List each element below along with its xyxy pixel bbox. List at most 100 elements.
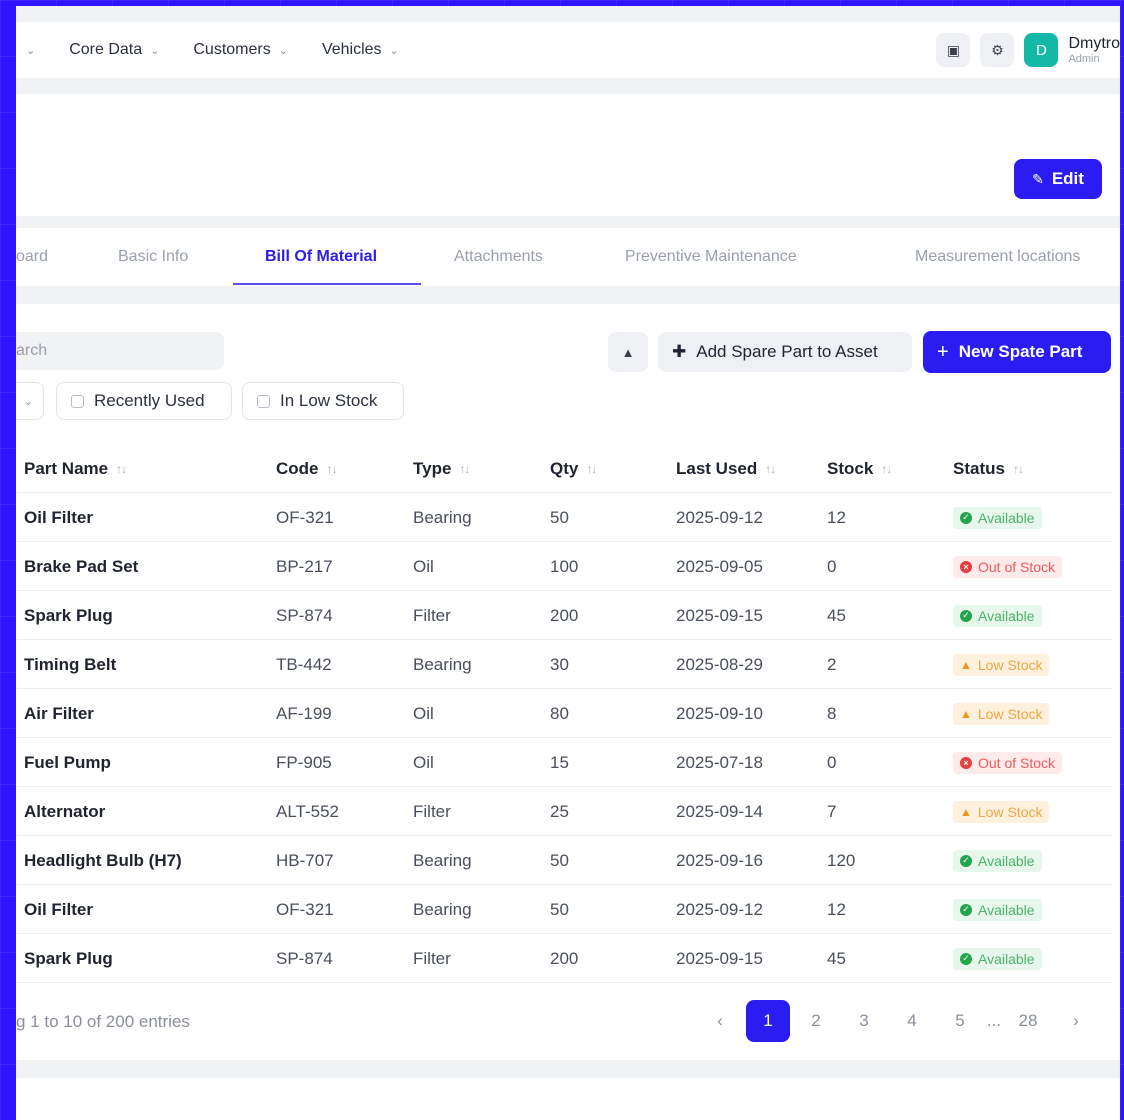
filter-label: Recently Used: [94, 391, 205, 410]
cell-code: SP-874: [276, 605, 333, 625]
cell-name: Oil Filter: [24, 507, 93, 527]
filter-in-low-stock[interactable]: In Low Stock: [242, 382, 404, 420]
parts-table: Part Name ↑↓ Code ↑↓ Type ↑↓ Qty ↑↓ Last Used ↑↓ S…: [16, 444, 1112, 983]
filter-dropdown[interactable]: ⌄: [16, 382, 44, 420]
sort-icon[interactable]: ↑↓: [1013, 462, 1024, 476]
cell-code: BP-217: [276, 556, 333, 576]
chat-icon[interactable]: ▣: [936, 33, 971, 67]
cell-type: Filter: [413, 605, 451, 625]
page-button[interactable]: 2: [792, 1000, 840, 1042]
sort-icon[interactable]: ↑↓: [116, 462, 127, 476]
table-row[interactable]: Headlight Bulb (H7) HB-707 Bearing 50 2025-0…: [16, 836, 1112, 885]
cell-last-used: 2025-09-14: [676, 801, 763, 821]
column-header-label: Stock: [827, 458, 874, 478]
filter-recently-used[interactable]: Recently Used: [56, 382, 232, 420]
tab-dashboard[interactable]: oard: [16, 228, 48, 286]
table-row[interactable]: Fuel Pump FP-905 Oil 15 2025-07-18 0 × Out of S…: [16, 738, 1112, 787]
warning-icon: ▲: [960, 804, 972, 819]
column-header[interactable]: Last Used ↑↓: [676, 444, 776, 493]
sort-icon[interactable]: ↑↓: [459, 462, 470, 476]
tab-basic-info[interactable]: Basic Info: [118, 228, 188, 286]
cell-last-used: 2025-09-12: [676, 507, 763, 527]
cell-name: Fuel Pump: [24, 752, 111, 772]
table-row[interactable]: Oil Filter OF-321 Bearing 50 2025-09-12 12 ✓ Av…: [16, 493, 1112, 542]
page-button[interactable]: 3: [840, 1000, 888, 1042]
table-row[interactable]: Spark Plug SP-874 Filter 200 2025-09-15 45 ✓ Av…: [16, 591, 1112, 640]
edit-button-label: Edit: [1051, 169, 1084, 188]
settings-icon[interactable]: ⚙: [980, 33, 1015, 67]
column-header[interactable]: Status ↑↓: [953, 444, 1024, 493]
tab-bill-of-material[interactable]: Bill Of Material: [265, 228, 377, 286]
status-badge: ▲ Low Stock: [953, 653, 1050, 676]
tab-attachments[interactable]: Attachments: [454, 228, 543, 286]
add-spare-part-to-asset-button[interactable]: ✚ Add Spare Part to Asset: [658, 332, 912, 372]
checkbox[interactable]: [257, 394, 270, 408]
status-badge: ▲ Low Stock: [953, 800, 1050, 823]
app-window: ⌄ Core Data ⌄ Customers ⌄ Vehicles ⌄ ▣ ⚙…: [16, 6, 1120, 1120]
edit-button[interactable]: ✎ Edit: [1014, 159, 1102, 199]
table-row[interactable]: Oil Filter OF-321 Bearing 50 2025-09-12 12 ✓ Av…: [16, 885, 1112, 934]
cell-stock: 2: [827, 654, 837, 674]
nav-menu: ⌄ Core Data ⌄ Customers ⌄ Vehicles ⌄: [16, 41, 433, 59]
tab-preventive-maintenance[interactable]: Preventive Maintenance: [625, 228, 797, 286]
status-label: Available: [978, 607, 1035, 624]
column-header-label: Last Used: [676, 458, 758, 478]
column-header[interactable]: Code ↑↓: [276, 444, 338, 493]
column-header[interactable]: Part Name ↑↓: [24, 444, 127, 493]
nav-item-core-data[interactable]: Core Data ⌄: [69, 41, 159, 59]
status-cell: ✓ Available: [953, 493, 1042, 542]
cell-type: Bearing: [413, 654, 472, 674]
sort-icon[interactable]: ↑↓: [881, 462, 892, 476]
status-badge: × Out of Stock: [953, 555, 1063, 578]
user-menu[interactable]: Dmytro Admin: [1068, 35, 1120, 65]
status-badge: ✓ Available: [953, 506, 1042, 529]
cell-code: FP-905: [276, 752, 332, 772]
upload-icon[interactable]: ▲: [608, 332, 648, 372]
checkbox[interactable]: [71, 394, 84, 408]
avatar[interactable]: D: [1024, 33, 1059, 67]
page-ellipsis: ...: [986, 1011, 1002, 1030]
cell-code: OF-321: [276, 507, 334, 527]
tab-measurement-locations[interactable]: Measurement locations: [915, 228, 1080, 286]
table-row[interactable]: Alternator ALT-552 Filter 25 2025-09-14 7 ▲ Low…: [16, 787, 1112, 836]
cell-qty: 100: [550, 556, 579, 576]
table-row[interactable]: Timing Belt TB-442 Bearing 30 2025-08-29 2 ▲ Lo…: [16, 640, 1112, 689]
check-circle-icon: ✓: [960, 511, 972, 524]
bottom-panel: [16, 1078, 1120, 1120]
sort-icon[interactable]: ↑↓: [327, 462, 338, 476]
page-button[interactable]: 28: [1004, 1000, 1052, 1042]
warning-icon: ▲: [960, 657, 972, 672]
cell-last-used: 2025-09-16: [676, 850, 763, 870]
column-header[interactable]: Qty ↑↓: [550, 444, 597, 493]
x-circle-icon: ×: [960, 756, 972, 769]
next-page-icon[interactable]: ›: [1052, 1000, 1100, 1042]
page-button[interactable]: 4: [888, 1000, 936, 1042]
page-button[interactable]: 5: [936, 1000, 984, 1042]
pencil-icon: ✎: [1032, 170, 1044, 187]
table-row[interactable]: Air Filter AF-199 Oil 80 2025-09-10 8 ▲ Low Sto…: [16, 689, 1112, 738]
search-input[interactable]: arch: [16, 332, 224, 370]
cell-code: SP-874: [276, 948, 333, 968]
column-header[interactable]: Type ↑↓: [413, 444, 470, 493]
prev-page-icon[interactable]: ‹: [696, 1000, 744, 1042]
entries-info: g 1 to 10 of 200 entries: [16, 1012, 190, 1031]
status-cell: ✓ Available: [953, 885, 1042, 934]
chevron-down-icon: ⌄: [278, 44, 288, 57]
nav-item-vehicles[interactable]: Vehicles ⌄: [322, 41, 399, 59]
column-header[interactable]: Stock ↑↓: [827, 444, 892, 493]
sort-icon[interactable]: ↑↓: [765, 462, 776, 476]
active-tab-indicator: [233, 283, 421, 285]
nav-item-customers[interactable]: Customers ⌄: [193, 41, 288, 59]
table-row[interactable]: Spark Plug SP-874 Filter 200 2025-09-15 45 ✓ Av…: [16, 934, 1112, 983]
page-button[interactable]: 1: [746, 1000, 790, 1042]
cell-stock: 12: [827, 507, 846, 527]
table-body: Oil Filter OF-321 Bearing 50 2025-09-12 12 ✓ Av…: [16, 493, 1112, 983]
sort-icon[interactable]: ↑↓: [586, 462, 597, 476]
column-header-label: Qty: [550, 458, 579, 478]
cell-last-used: 2025-09-12: [676, 899, 763, 919]
table-row[interactable]: Brake Pad Set BP-217 Oil 100 2025-09-05 0 × Out…: [16, 542, 1112, 591]
new-spare-part-button[interactable]: + New Spate Part: [923, 331, 1111, 373]
user-name: Dmytro: [1068, 35, 1120, 53]
status-label: Low Stock: [977, 803, 1043, 820]
nav-item-truncated[interactable]: ⌄: [26, 44, 35, 57]
